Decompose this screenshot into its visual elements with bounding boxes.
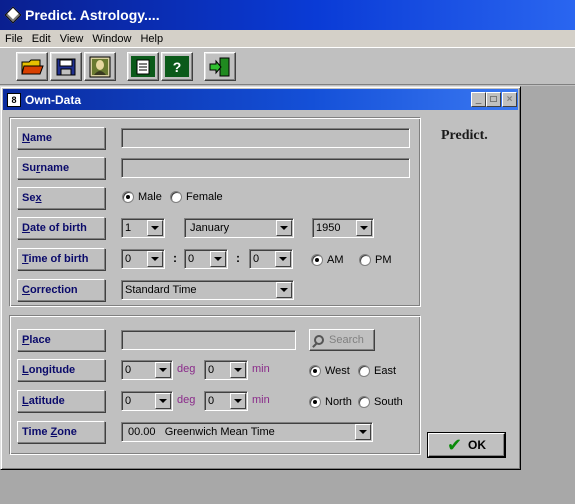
correction-select[interactable]: Standard Time (121, 280, 294, 300)
latitude-label: Latitude (17, 390, 105, 412)
document-icon (131, 56, 155, 77)
app-diamond-icon (4, 6, 22, 24)
deg-unit: deg (177, 394, 196, 406)
chevron-down-icon (147, 220, 163, 236)
chevron-down-icon (210, 251, 226, 267)
menu-edit[interactable]: Edit (32, 33, 51, 45)
longitude-min-select[interactable]: 0 (204, 360, 248, 380)
west-radio[interactable]: West (309, 364, 350, 378)
save-disk-icon (56, 58, 76, 75)
predict-logo: Predict. (441, 128, 488, 143)
year-select[interactable]: 1950 (312, 218, 374, 238)
help-icon: ? (165, 56, 189, 77)
longitude-deg-select[interactable]: 0 (121, 360, 173, 380)
time-zone-label: Time Zone (17, 421, 105, 443)
toolbar: ? (0, 47, 575, 85)
app-titlebar: Predict. Astrology.... (0, 0, 575, 30)
close-button[interactable]: × (502, 92, 517, 107)
help-button[interactable]: ? (161, 52, 193, 81)
radio-empty-icon (170, 191, 182, 203)
radio-selected-icon (311, 254, 323, 266)
chevron-down-icon (230, 393, 246, 409)
checkmark-icon: ✔ (446, 435, 463, 455)
search-icon (314, 335, 324, 345)
min-unit: min (252, 363, 270, 375)
menu-file[interactable]: File (5, 33, 23, 45)
second-select[interactable]: 0 (249, 249, 293, 269)
latitude-min-select[interactable]: 0 (204, 391, 248, 411)
exit-door-icon (209, 57, 230, 76)
place-label: Place (17, 329, 105, 351)
own-data-window: 8 Own-Data _ □ × Predict. Name Surname S… (0, 86, 521, 470)
portrait-button[interactable] (84, 52, 116, 81)
hour-select[interactable]: 0 (121, 249, 165, 269)
am-radio[interactable]: AM (311, 253, 344, 267)
document-button[interactable] (127, 52, 159, 81)
exit-button[interactable] (204, 52, 236, 81)
minimize-button[interactable]: _ (471, 92, 486, 107)
name-label: Name (17, 127, 105, 149)
menu-help[interactable]: Help (140, 33, 163, 45)
radio-selected-icon (309, 396, 321, 408)
radio-empty-icon (358, 396, 370, 408)
place-input[interactable] (121, 330, 296, 350)
day-select[interactable]: 1 (121, 218, 165, 238)
date-of-birth-label: Date of birth (17, 217, 105, 239)
time-zone-select[interactable]: 00.00 Greenwich Mean Time (121, 422, 373, 442)
minute-select[interactable]: 0 (184, 249, 228, 269)
sex-female-radio[interactable]: Female (170, 190, 223, 204)
chevron-down-icon (147, 251, 163, 267)
latitude-deg-select[interactable]: 0 (121, 391, 173, 411)
name-input[interactable] (121, 128, 410, 148)
north-radio[interactable]: North (309, 395, 352, 409)
pm-radio[interactable]: PM (359, 253, 392, 267)
radio-empty-icon (358, 365, 370, 377)
mdi-background-right (521, 86, 575, 470)
mdi-background-bottom (0, 470, 575, 504)
deg-unit: deg (177, 363, 196, 375)
time-of-birth-label: Time of birth (17, 248, 105, 270)
search-button[interactable]: Search (309, 329, 375, 351)
radio-empty-icon (359, 254, 371, 266)
own-data-titlebar[interactable]: 8 Own-Data _ □ × (3, 89, 518, 110)
time-separator: : (236, 251, 240, 265)
chevron-down-icon (356, 220, 372, 236)
chevron-down-icon (355, 424, 371, 440)
own-data-title: Own-Data (25, 92, 82, 107)
maximize-button[interactable]: □ (486, 92, 501, 107)
menu-window[interactable]: Window (92, 33, 131, 45)
chevron-down-icon (230, 362, 246, 378)
surname-input[interactable] (121, 158, 410, 178)
month-select[interactable]: January (184, 218, 294, 238)
sex-label: Sex (17, 187, 105, 209)
window-system-icon[interactable]: 8 (7, 92, 21, 107)
portrait-icon (89, 56, 111, 77)
chevron-down-icon (275, 251, 291, 267)
surname-label: Surname (17, 157, 105, 179)
radio-selected-icon (309, 365, 321, 377)
chevron-down-icon (276, 282, 292, 298)
save-button[interactable] (50, 52, 82, 81)
sex-male-radio[interactable]: Male (122, 190, 162, 204)
open-folder-icon (21, 59, 44, 74)
radio-selected-icon (122, 191, 134, 203)
menu-view[interactable]: View (60, 33, 84, 45)
app-title: Predict. Astrology.... (25, 7, 160, 23)
menubar: File Edit View Window Help (0, 30, 575, 47)
correction-label: Correction (17, 279, 105, 301)
chevron-down-icon (155, 362, 171, 378)
chevron-down-icon (276, 220, 292, 236)
south-radio[interactable]: South (358, 395, 403, 409)
time-separator: : (173, 251, 177, 265)
east-radio[interactable]: East (358, 364, 396, 378)
chevron-down-icon (155, 393, 171, 409)
ok-button[interactable]: ✔ OK (428, 433, 505, 457)
longitude-label: Longitude (17, 359, 105, 381)
min-unit: min (252, 394, 270, 406)
open-button[interactable] (16, 52, 48, 81)
